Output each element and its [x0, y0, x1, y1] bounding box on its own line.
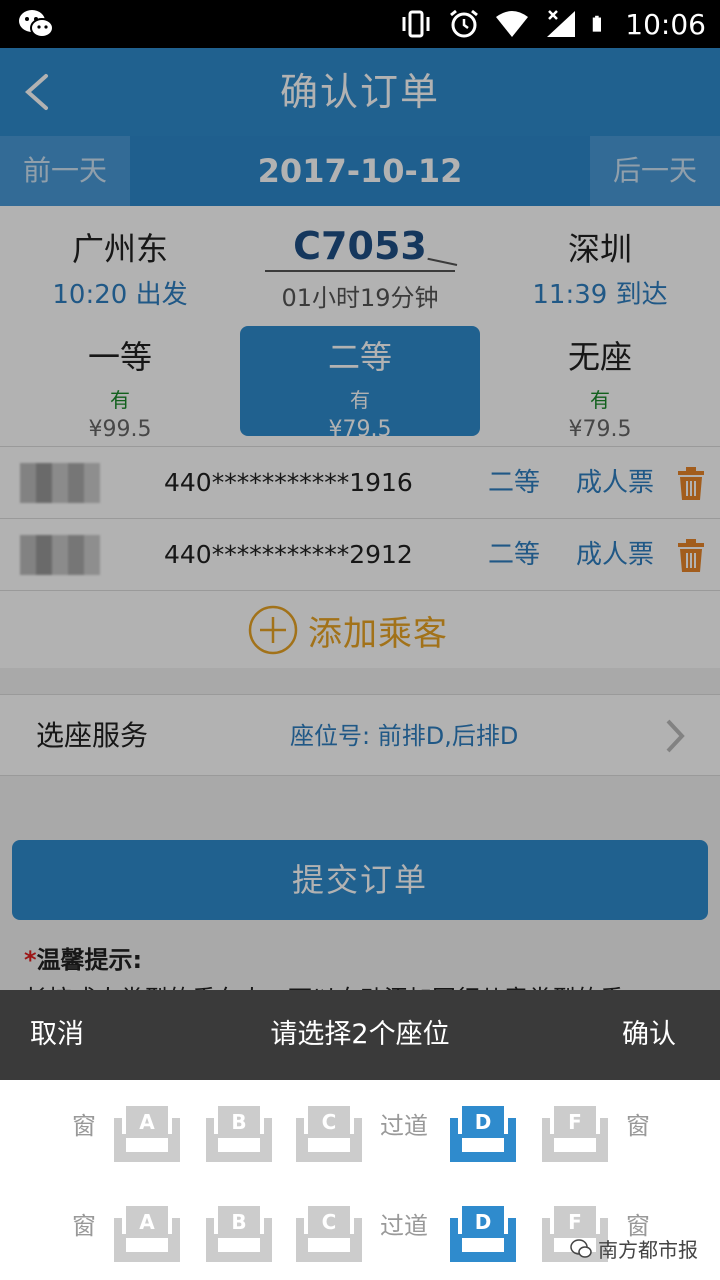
- window-label: 窗: [72, 1212, 96, 1240]
- seat-row-front: 窗 A B C 过道 D F 窗: [0, 1096, 720, 1196]
- seat-c[interactable]: C: [294, 1204, 364, 1266]
- vibrate-icon: [402, 10, 430, 38]
- battery-icon: [593, 15, 602, 32]
- seat-d-selected[interactable]: D: [448, 1104, 518, 1166]
- seat-letter: B: [231, 1210, 247, 1234]
- window-label: 窗: [626, 1112, 650, 1140]
- seat-a[interactable]: A: [112, 1104, 182, 1166]
- seat-letter: D: [474, 1210, 492, 1234]
- seat-letter: C: [321, 1110, 337, 1134]
- seat-f[interactable]: F: [540, 1104, 610, 1166]
- confirm-button[interactable]: 确认: [622, 990, 676, 1080]
- seat-b[interactable]: B: [204, 1104, 274, 1166]
- wechat-watermark-icon: [570, 1238, 592, 1258]
- wechat-icon: [19, 10, 54, 38]
- app-root: 10:06 确认订单 前一天 2017-10-12 后一天 广州东 10:20 …: [0, 0, 720, 1280]
- modal-backdrop[interactable]: [0, 48, 720, 990]
- cancel-button[interactable]: 取消: [30, 990, 84, 1080]
- watermark-text: 南方都市报: [598, 1238, 698, 1262]
- window-label: 窗: [72, 1112, 96, 1140]
- seat-picker-toolbar: 请选择2个座位 取消 确认: [0, 990, 720, 1080]
- seat-letter: B: [231, 1110, 247, 1134]
- seat-letter: D: [474, 1110, 492, 1134]
- seat-letter: F: [568, 1210, 582, 1234]
- seat-letter: A: [139, 1210, 155, 1234]
- seat-picker-title: 请选择2个座位: [270, 1019, 450, 1050]
- signal-icon: [547, 10, 576, 37]
- seat-letter: A: [139, 1110, 155, 1134]
- watermark: 南方都市报: [570, 1234, 698, 1263]
- seat-b[interactable]: B: [204, 1204, 274, 1266]
- seat-a[interactable]: A: [112, 1204, 182, 1266]
- seat-letter: C: [321, 1210, 337, 1234]
- seat-letter: F: [568, 1110, 582, 1134]
- alarm-icon: [450, 9, 479, 38]
- seat-d-selected[interactable]: D: [448, 1204, 518, 1266]
- seat-c[interactable]: C: [294, 1104, 364, 1166]
- aisle-label: 过道: [380, 1212, 428, 1240]
- aisle-label: 过道: [380, 1112, 428, 1140]
- status-bar: 10:06: [0, 0, 720, 48]
- wifi-icon: [496, 11, 529, 37]
- clock-time: 10:06: [625, 7, 706, 41]
